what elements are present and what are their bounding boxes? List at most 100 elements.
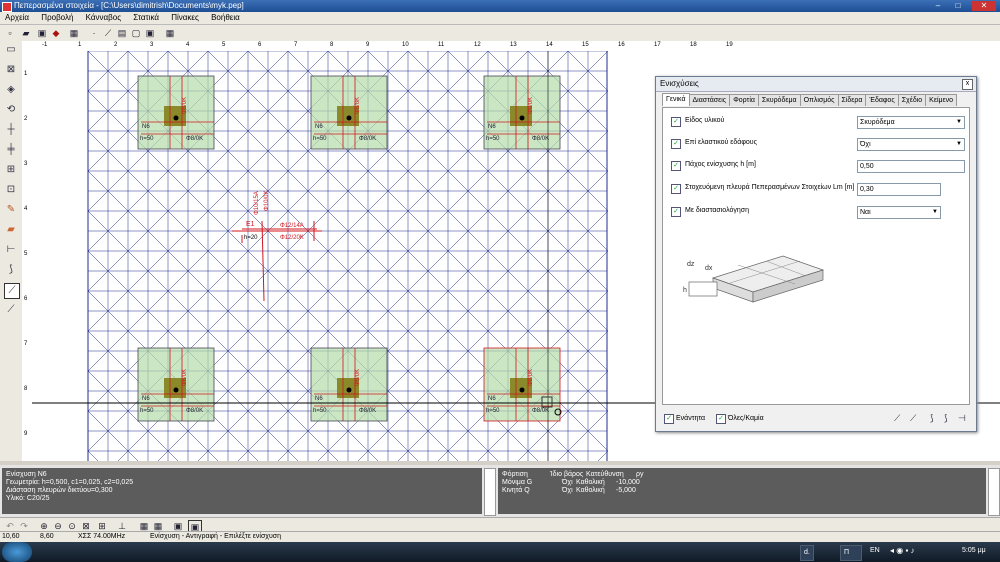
table-icon[interactable]: ▦ (164, 27, 176, 39)
mesh-line (227, 210, 249, 232)
tab-reinforcement[interactable]: Οπλισμός (799, 94, 839, 106)
node-icon[interactable]: ◈ (4, 83, 18, 97)
mesh-line (547, 290, 569, 312)
material-select[interactable]: Σκυρόδεμα ▼ (857, 116, 965, 129)
mesh-line (447, 270, 469, 292)
export-icon[interactable]: ◆ (50, 27, 62, 39)
pick-icon[interactable]: ⟋ (894, 413, 900, 424)
frame-icon[interactable]: ▢ (130, 27, 142, 39)
elastic-soil-checkbox[interactable]: ✓ (671, 139, 681, 149)
mesh-line (407, 290, 429, 312)
grid-icon[interactable]: ▦ (68, 27, 80, 39)
material-checkbox[interactable]: ✓ (671, 117, 681, 127)
snap-icon[interactable]: ⊡ (4, 183, 18, 197)
text-icon[interactable]: ▤ (116, 27, 128, 39)
window-icon[interactable]: ▣ (144, 27, 156, 39)
mesh-line (167, 450, 179, 461)
info-scrollbar-left[interactable] (484, 468, 496, 516)
dimension-icon[interactable]: ┼ (4, 123, 18, 137)
mesh-line (167, 310, 189, 332)
mesh-line (507, 210, 529, 232)
close-button[interactable]: ✕ (972, 1, 996, 11)
point-icon[interactable]: · (88, 27, 100, 39)
mesh-line (307, 250, 329, 272)
mesh-line (367, 190, 389, 212)
tab-dimensions[interactable]: Διαστάσεις (688, 94, 731, 106)
menu-tables[interactable]: Πίνακες (166, 12, 204, 23)
menu-files[interactable]: Αρχεία (0, 12, 34, 23)
visible-checkbox[interactable]: ✓ (664, 414, 674, 424)
taskbar-task-1[interactable]: d. (800, 545, 814, 561)
pipette-icon[interactable]: ⟋ (910, 413, 916, 424)
mesh-line (567, 330, 589, 352)
pin-icon[interactable]: ⊣ (958, 413, 966, 424)
support-icon[interactable]: ╪ (4, 143, 18, 157)
taskbar-task-2[interactable]: Π (840, 545, 862, 561)
mesh-line (427, 410, 449, 432)
pipette-icon[interactable]: ⟋ (4, 303, 18, 317)
move-icon[interactable]: ⊞ (4, 163, 18, 177)
probe-icon[interactable]: ⟆ (4, 263, 18, 277)
language-indicator[interactable]: EN (870, 547, 880, 554)
target-side-input[interactable]: 0,30 (857, 183, 941, 196)
tab-concrete[interactable]: Σκυρόδεμα (757, 94, 801, 106)
line-icon[interactable]: ⟋ (102, 27, 114, 39)
dialog-close-button[interactable]: x (962, 79, 973, 90)
mesh-line (247, 390, 269, 412)
mesh-line (447, 430, 469, 452)
mesh-line (407, 150, 429, 172)
zoom-window-icon[interactable]: ⊠ (4, 63, 18, 77)
tab-drawing[interactable]: Σχέδιο (897, 94, 927, 106)
mesh-line (187, 290, 209, 312)
menu-static[interactable]: Στατικά (128, 12, 164, 23)
tab-text[interactable]: Κείμενο (925, 94, 958, 106)
measure-icon[interactable]: ⊢ (4, 243, 18, 257)
footing-bar-label: Φ8/0K (528, 97, 534, 114)
mesh-line (207, 230, 229, 252)
target-side-row: ✓ Στοχευόμενη πλευρά Πεπερασμένων Στοιχε… (667, 183, 967, 196)
eraser-icon[interactable]: ▰ (4, 223, 18, 237)
save-icon[interactable]: ▣ (36, 27, 48, 39)
maximize-button[interactable]: □ (950, 1, 966, 11)
thickness-input[interactable]: 0,50 (857, 160, 965, 173)
menu-grid[interactable]: Κάνναβος (81, 12, 126, 23)
elastic-soil-select[interactable]: Όχι ▼ (857, 138, 965, 151)
mesh-line (247, 350, 269, 372)
tab-soil[interactable]: Έδαφος (865, 94, 899, 106)
tab-loads[interactable]: Φορτία (729, 94, 759, 106)
mesh-line (287, 290, 309, 312)
mesh-line (597, 450, 609, 461)
mesh-line (107, 51, 129, 72)
design-select[interactable]: Ναι ▼ (857, 206, 941, 219)
new-file-icon[interactable]: ▫ (4, 27, 16, 39)
pick-tool-icon[interactable]: ⟋ (4, 283, 20, 299)
mesh-line (367, 290, 389, 312)
all-none-checkbox[interactable]: ✓ (716, 414, 726, 424)
mesh-line (407, 170, 429, 192)
remove-pick-icon[interactable]: ⟆ (944, 413, 948, 424)
menu-help[interactable]: Βοήθεια (206, 12, 245, 23)
start-button[interactable] (2, 542, 32, 562)
mesh-line (147, 190, 169, 212)
mesh-line (287, 270, 309, 292)
info-scrollbar-right[interactable] (988, 468, 1000, 516)
tab-steel[interactable]: Σίδερα (837, 94, 867, 106)
add-pick-icon[interactable]: ⟆ (930, 413, 934, 424)
mesh-line (487, 51, 509, 72)
mesh-line (387, 70, 409, 92)
rotate-icon[interactable]: ⟲ (4, 103, 18, 117)
design-checkbox[interactable]: ✓ (671, 207, 681, 217)
thickness-checkbox[interactable]: ✓ (671, 161, 681, 171)
target-side-checkbox[interactable]: ✓ (671, 184, 681, 194)
tray-icons[interactable]: ◂ ◉ ▪ ♪ (890, 546, 915, 555)
menu-view[interactable]: Προβολή (36, 12, 78, 23)
status-clock: ΧΣΣ 74.00MHz (78, 533, 126, 540)
select-icon[interactable]: ▭ (4, 43, 18, 57)
minimize-button[interactable]: – (930, 1, 946, 11)
open-folder-icon[interactable]: ▰ (20, 27, 32, 39)
tab-general[interactable]: Γενικά (662, 93, 690, 106)
mesh-line (587, 170, 609, 192)
pencil-icon[interactable]: ✎ (4, 203, 18, 217)
mesh-line (267, 110, 289, 132)
clock[interactable]: 5:05 μμ (962, 547, 986, 554)
